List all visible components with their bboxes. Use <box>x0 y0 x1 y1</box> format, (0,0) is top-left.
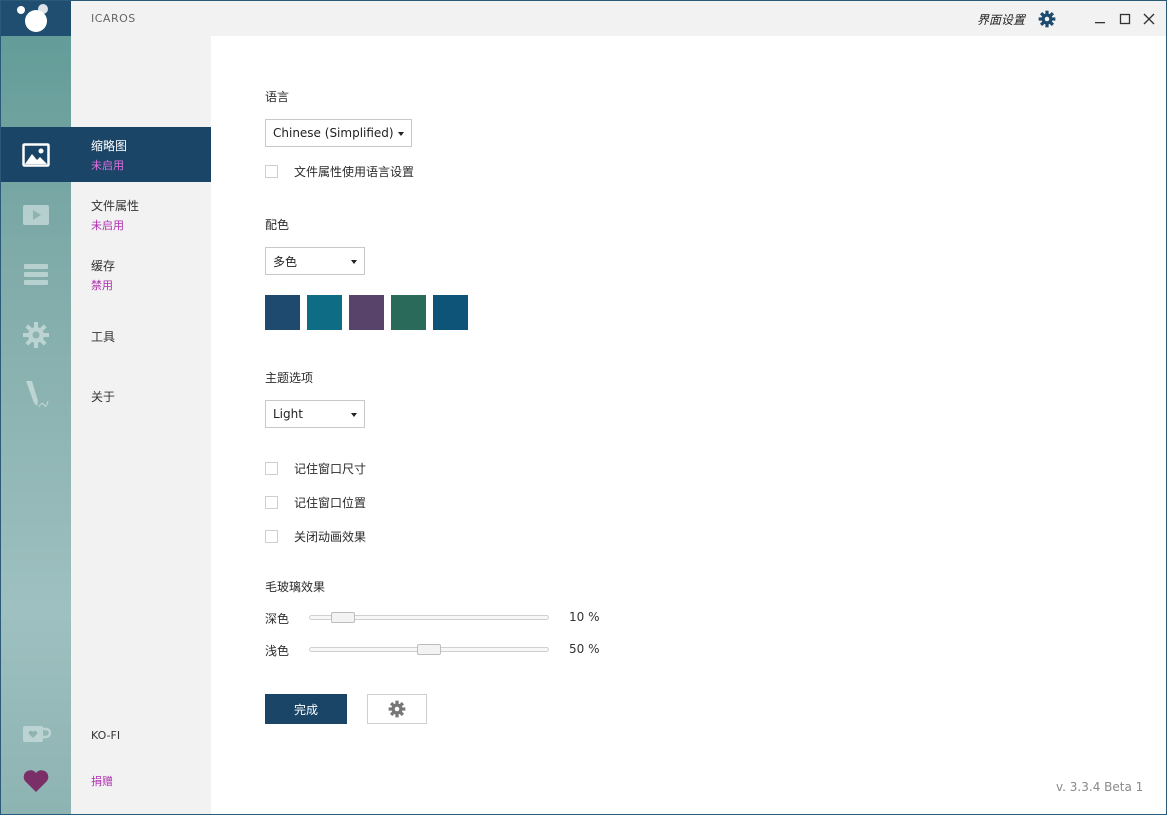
nav-item-title: 关于 <box>91 390 116 404</box>
icaros-logo <box>17 4 48 32</box>
color-swatch[interactable] <box>391 295 426 330</box>
kofi-label: KO-FI <box>91 729 121 742</box>
gear-icon <box>388 700 406 718</box>
language-props-checkbox[interactable] <box>265 164 278 178</box>
nav-item-status: 未启用 <box>91 159 124 172</box>
color-swatch[interactable] <box>265 295 300 330</box>
app-title: ICAROS <box>91 12 136 25</box>
minimize-button[interactable] <box>1092 11 1108 27</box>
donate-label: 捐赠 <box>91 775 113 788</box>
stack-icon <box>24 263 48 285</box>
color-swatch[interactable] <box>307 295 342 330</box>
color-select[interactable]: 多色 <box>265 247 365 275</box>
dark-slider-label: 深色 <box>265 612 290 626</box>
version-label: v. 3.3.4 Beta 1 <box>1056 780 1144 794</box>
rail-properties-button[interactable] <box>1 187 71 242</box>
maximize-icon <box>1119 13 1131 25</box>
disable-animations-checkbox[interactable] <box>265 529 278 543</box>
remember-size-label: 记住窗口尺寸 <box>294 461 367 476</box>
language-heading: 语言 <box>265 90 290 104</box>
theme-select[interactable]: Light <box>265 400 365 428</box>
minimize-icon <box>1095 22 1105 24</box>
rail-cache-button[interactable] <box>1 247 71 302</box>
remember-position-label: 记住窗口位置 <box>294 495 367 510</box>
disable-animations-option[interactable]: 关闭动画效果 <box>265 528 366 544</box>
nav-panel: 缩略图 未启用 文件属性 未启用 缓存 禁用 工具 关于 KO-FI 捐赠 <box>71 1 211 814</box>
remember-size-option[interactable]: 记住窗口尺寸 <box>265 460 366 476</box>
rail-thumbnails-button[interactable] <box>1 127 71 182</box>
nav-item-tools[interactable]: 工具 <box>71 307 211 362</box>
close-icon <box>1143 13 1155 25</box>
ui-settings-link[interactable]: 界面设置 <box>977 11 1025 28</box>
remember-position-checkbox[interactable] <box>265 495 278 509</box>
light-slider-value: 50 % <box>569 642 600 656</box>
dark-slider-value: 10 % <box>569 610 600 624</box>
language-props-option[interactable]: 文件属性使用语言设置 <box>265 163 414 179</box>
gear-icon[interactable] <box>1038 10 1056 28</box>
done-button[interactable]: 完成 <box>265 694 347 724</box>
pen-icon <box>26 380 49 407</box>
close-button[interactable] <box>1141 11 1157 27</box>
light-slider-label: 浅色 <box>265 644 290 658</box>
color-select-value: 多色 <box>273 254 298 269</box>
rail-donate-button[interactable] <box>1 753 71 808</box>
nav-item-about[interactable]: 关于 <box>71 367 211 422</box>
remember-size-checkbox[interactable] <box>265 461 278 475</box>
app-window: 缩略图 未启用 文件属性 未启用 缓存 禁用 工具 关于 KO-FI 捐赠 IC… <box>0 0 1167 815</box>
chevron-down-icon <box>351 260 357 264</box>
language-props-label: 文件属性使用语言设置 <box>294 164 415 179</box>
chevron-down-icon <box>398 132 404 136</box>
coffee-cup-icon <box>23 725 51 742</box>
dark-slider-thumb[interactable] <box>330 612 355 623</box>
nav-item-title: 缩略图 <box>91 139 128 153</box>
theme-heading: 主题选项 <box>265 371 314 385</box>
color-heading: 配色 <box>265 218 290 232</box>
gear-tool-icon <box>23 321 49 348</box>
chevron-down-icon <box>351 413 357 417</box>
nav-item-title: 工具 <box>91 330 116 344</box>
heart-icon <box>23 769 49 792</box>
color-swatch[interactable] <box>433 295 468 330</box>
remember-position-option[interactable]: 记住窗口位置 <box>265 494 366 510</box>
nav-item-title: 缓存 <box>91 259 116 273</box>
language-select[interactable]: Chinese (Simplified) <box>265 119 412 147</box>
theme-select-value: Light <box>273 407 303 421</box>
play-icon <box>23 204 49 225</box>
rail-header <box>1 1 71 36</box>
light-slider-thumb[interactable] <box>417 644 441 655</box>
nav-item-properties[interactable]: 文件属性 未启用 <box>71 187 211 242</box>
color-swatch[interactable] <box>349 295 384 330</box>
advanced-settings-button[interactable] <box>367 694 427 724</box>
nav-item-donate[interactable]: 捐赠 <box>71 753 211 808</box>
nav-item-thumbnails[interactable]: 缩略图 未启用 <box>71 127 211 182</box>
icon-rail <box>1 1 71 814</box>
frosted-heading: 毛玻璃效果 <box>265 580 326 594</box>
nav-item-status: 未启用 <box>91 219 124 232</box>
image-icon <box>22 142 50 167</box>
maximize-button[interactable] <box>1117 11 1133 27</box>
disable-animations-label: 关闭动画效果 <box>294 529 367 544</box>
nav-item-cache[interactable]: 缓存 禁用 <box>71 247 211 302</box>
rail-about-button[interactable] <box>1 367 71 422</box>
nav-item-title: 文件属性 <box>91 199 140 213</box>
nav-item-status: 禁用 <box>91 279 113 292</box>
rail-tools-button[interactable] <box>1 307 71 362</box>
language-select-value: Chinese (Simplified) <box>273 126 394 140</box>
